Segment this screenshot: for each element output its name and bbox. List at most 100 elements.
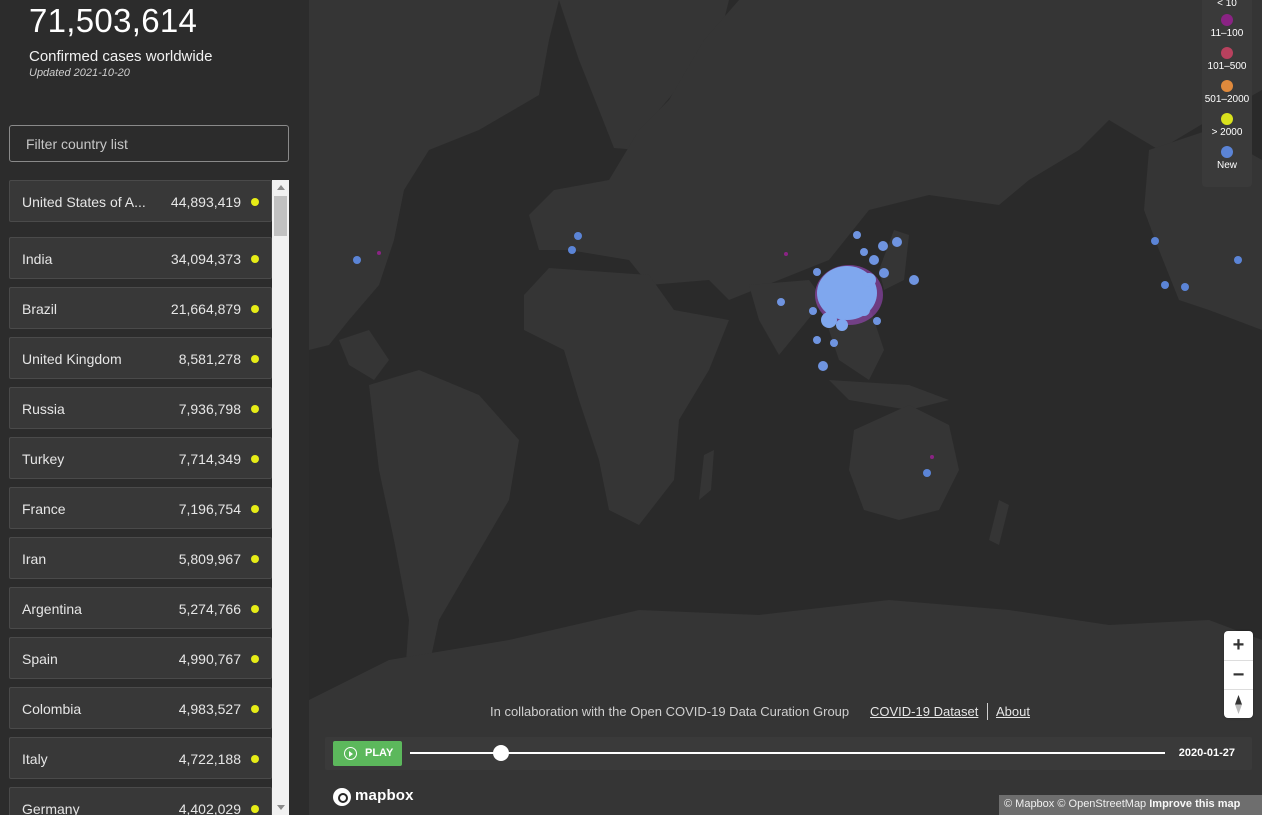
country-row[interactable]: United States of A... 44,893,419	[9, 180, 272, 222]
country-row[interactable]: Germany 4,402,029	[9, 787, 272, 815]
play-label: PLAY	[365, 747, 394, 759]
attribution-osm-link[interactable]: © OpenStreetMap	[1057, 798, 1146, 810]
land-australia	[849, 405, 959, 520]
case-level-dot	[251, 555, 259, 563]
scroll-thumb[interactable]	[274, 196, 287, 236]
country-name: Russia	[22, 401, 65, 417]
legend-label: < 10	[1217, 0, 1237, 9]
case-level-dot	[251, 605, 259, 613]
collaboration-text: In collaboration with the Open COVID-19 …	[490, 704, 850, 719]
country-row[interactable]: Turkey 7,714,349	[9, 437, 272, 479]
country-cases: 5,274,766	[178, 601, 241, 617]
case-level-dot	[251, 198, 259, 206]
country-cases: 4,990,767	[178, 651, 241, 667]
case-level-dot	[251, 755, 259, 763]
legend-dot	[1221, 80, 1233, 92]
country-name: Iran	[22, 551, 47, 567]
case-level-dot	[251, 505, 259, 513]
legend-dot	[1221, 47, 1233, 59]
country-row[interactable]: Italy 4,722,188	[9, 737, 272, 779]
link-divider	[987, 703, 988, 720]
compass-icon	[1235, 695, 1242, 714]
case-level-dot	[251, 305, 259, 313]
map-attribution: © Mapbox © OpenStreetMap Improve this ma…	[999, 795, 1262, 815]
land-africa	[524, 268, 729, 525]
country-row[interactable]: Brazil 21,664,879	[9, 287, 272, 329]
country-name: Spain	[22, 651, 58, 667]
country-cases: 7,196,754	[178, 501, 241, 517]
country-cases: 7,936,798	[178, 401, 241, 417]
country-name: United States of A...	[22, 194, 146, 210]
legend-dot	[1221, 146, 1233, 158]
country-name: United Kingdom	[22, 351, 122, 367]
timeline-slider-track[interactable]	[410, 752, 1165, 754]
legend-dot	[1221, 113, 1233, 125]
country-row[interactable]: United Kingdom 8,581,278	[9, 337, 272, 379]
case-level-dot	[251, 405, 259, 413]
legend-label: New	[1216, 160, 1237, 171]
land-indonesia	[829, 380, 949, 410]
covid-dataset-link[interactable]: COVID-19 Dataset	[870, 704, 978, 719]
country-cases: 4,402,029	[178, 801, 241, 815]
country-name: Turkey	[22, 451, 65, 467]
improve-map-link[interactable]: Improve this map	[1149, 798, 1240, 810]
country-list: United States of A... 44,893,419 India 3…	[9, 180, 272, 815]
about-link[interactable]: About	[996, 704, 1030, 719]
country-row[interactable]: India 34,094,373	[9, 237, 272, 279]
country-cases: 4,722,188	[178, 751, 241, 767]
country-row[interactable]: Argentina 5,274,766	[9, 587, 272, 629]
timeline-bar: PLAY 2020-01-27	[325, 737, 1252, 770]
timeline-date: 2020-01-27	[1178, 747, 1235, 759]
map-legend: < 10 11–100 101–500 501–2000 > 2000 New	[1202, 0, 1252, 187]
country-row[interactable]: Colombia 4,983,527	[9, 687, 272, 729]
updated-date: Updated 2021-10-20	[29, 67, 130, 79]
land-south-america	[369, 370, 519, 690]
zoom-in-button[interactable]: +	[1224, 631, 1253, 660]
land-new-zealand	[989, 500, 1009, 545]
country-cases: 5,809,967	[178, 551, 241, 567]
country-name: Argentina	[22, 601, 82, 617]
filter-country-input[interactable]	[9, 125, 289, 162]
land-north-america	[309, 0, 559, 350]
land-madagascar	[699, 450, 714, 500]
total-cases-label: Confirmed cases worldwide	[29, 48, 213, 65]
country-cases: 21,664,879	[170, 301, 241, 317]
country-name: Germany	[22, 801, 80, 815]
legend-dot	[1221, 14, 1233, 26]
country-row[interactable]: Iran 5,809,967	[9, 537, 272, 579]
scroll-up-arrow-icon[interactable]	[272, 180, 289, 194]
play-button[interactable]: PLAY	[333, 741, 402, 766]
case-level-dot	[251, 655, 259, 663]
case-level-dot	[251, 455, 259, 463]
country-row[interactable]: France 7,196,754	[9, 487, 272, 529]
land-india	[749, 280, 824, 355]
timeline-slider-handle[interactable]	[492, 745, 509, 761]
legend-label: 101–500	[1207, 61, 1247, 72]
attribution-mapbox-link[interactable]: © Mapbox	[1004, 798, 1054, 810]
total-cases: 71,503,614	[29, 2, 198, 39]
scroll-down-arrow-icon[interactable]	[272, 801, 289, 815]
case-level-dot	[251, 705, 259, 713]
country-cases: 4,983,527	[178, 701, 241, 717]
world-basemap	[309, 0, 1262, 815]
country-cases: 7,714,349	[178, 451, 241, 467]
case-level-dot	[251, 355, 259, 363]
sidebar: 71,503,614 Confirmed cases worldwide Upd…	[0, 0, 309, 815]
legend-label: 11–100	[1210, 28, 1244, 39]
country-list-scrollbar[interactable]	[272, 180, 289, 815]
country-row[interactable]: Russia 7,936,798	[9, 387, 272, 429]
case-level-dot	[251, 255, 259, 263]
compass-button[interactable]	[1224, 689, 1253, 718]
map-canvas[interactable]: < 10 11–100 101–500 501–2000 > 2000 New …	[309, 0, 1262, 815]
country-name: Brazil	[22, 301, 58, 317]
legend-label: 501–2000	[1204, 94, 1250, 105]
country-row[interactable]: Spain 4,990,767	[9, 637, 272, 679]
zoom-out-button[interactable]: −	[1224, 660, 1253, 689]
play-icon	[344, 747, 357, 760]
case-level-dot	[251, 805, 259, 813]
country-cases: 44,893,419	[170, 194, 241, 210]
mapbox-logo-text: mapbox	[355, 787, 414, 804]
mapbox-icon	[333, 788, 351, 806]
country-name: Colombia	[22, 701, 82, 717]
zoom-controls: + −	[1224, 631, 1253, 718]
